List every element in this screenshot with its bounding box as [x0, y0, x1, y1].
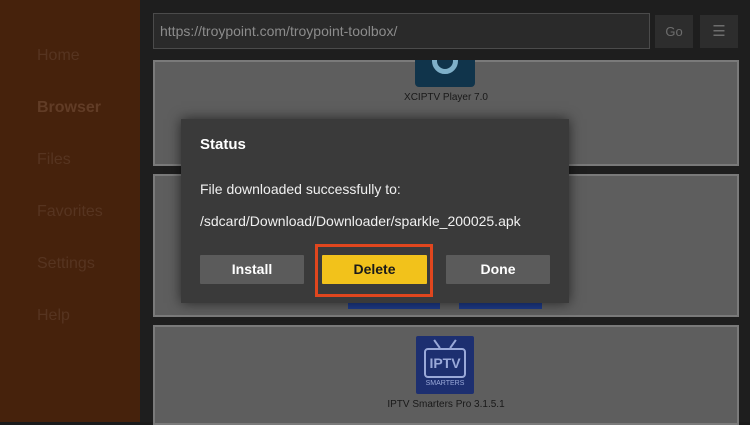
install-button[interactable]: Install: [200, 255, 304, 284]
dialog-message: File downloaded successfully to:: [200, 181, 401, 197]
done-button[interactable]: Done: [446, 255, 550, 284]
app-card-label: IPTV Smarters Pro 3.1.5.1: [387, 399, 505, 410]
url-bar[interactable]: https://troypoint.com/troypoint-toolbox/: [153, 13, 650, 49]
menu-icon[interactable]: ☰: [700, 15, 738, 48]
dim-overlay: [0, 0, 140, 422]
app-card-label: XCIPTV Player 7.0: [404, 92, 488, 103]
iptv-smarters-icon: IPTV SMARTERS: [416, 336, 474, 394]
card-button[interactable]: [348, 302, 440, 309]
dialog-file-path: /sdcard/Download/Downloader/sparkle_2000…: [200, 213, 521, 229]
sidebar: Home Browser Files Favorites Settings He…: [0, 0, 140, 422]
dialog-title: Status: [200, 136, 246, 153]
xciptv-icon: [415, 60, 475, 87]
iptv-icon-subtext: SMARTERS: [425, 380, 465, 387]
go-button[interactable]: Go: [655, 15, 693, 48]
url-text: https://troypoint.com/troypoint-toolbox/: [160, 23, 398, 39]
card-button[interactable]: [459, 302, 542, 309]
iptv-icon-text: IPTV: [424, 348, 466, 378]
highlight-box: [315, 244, 433, 297]
